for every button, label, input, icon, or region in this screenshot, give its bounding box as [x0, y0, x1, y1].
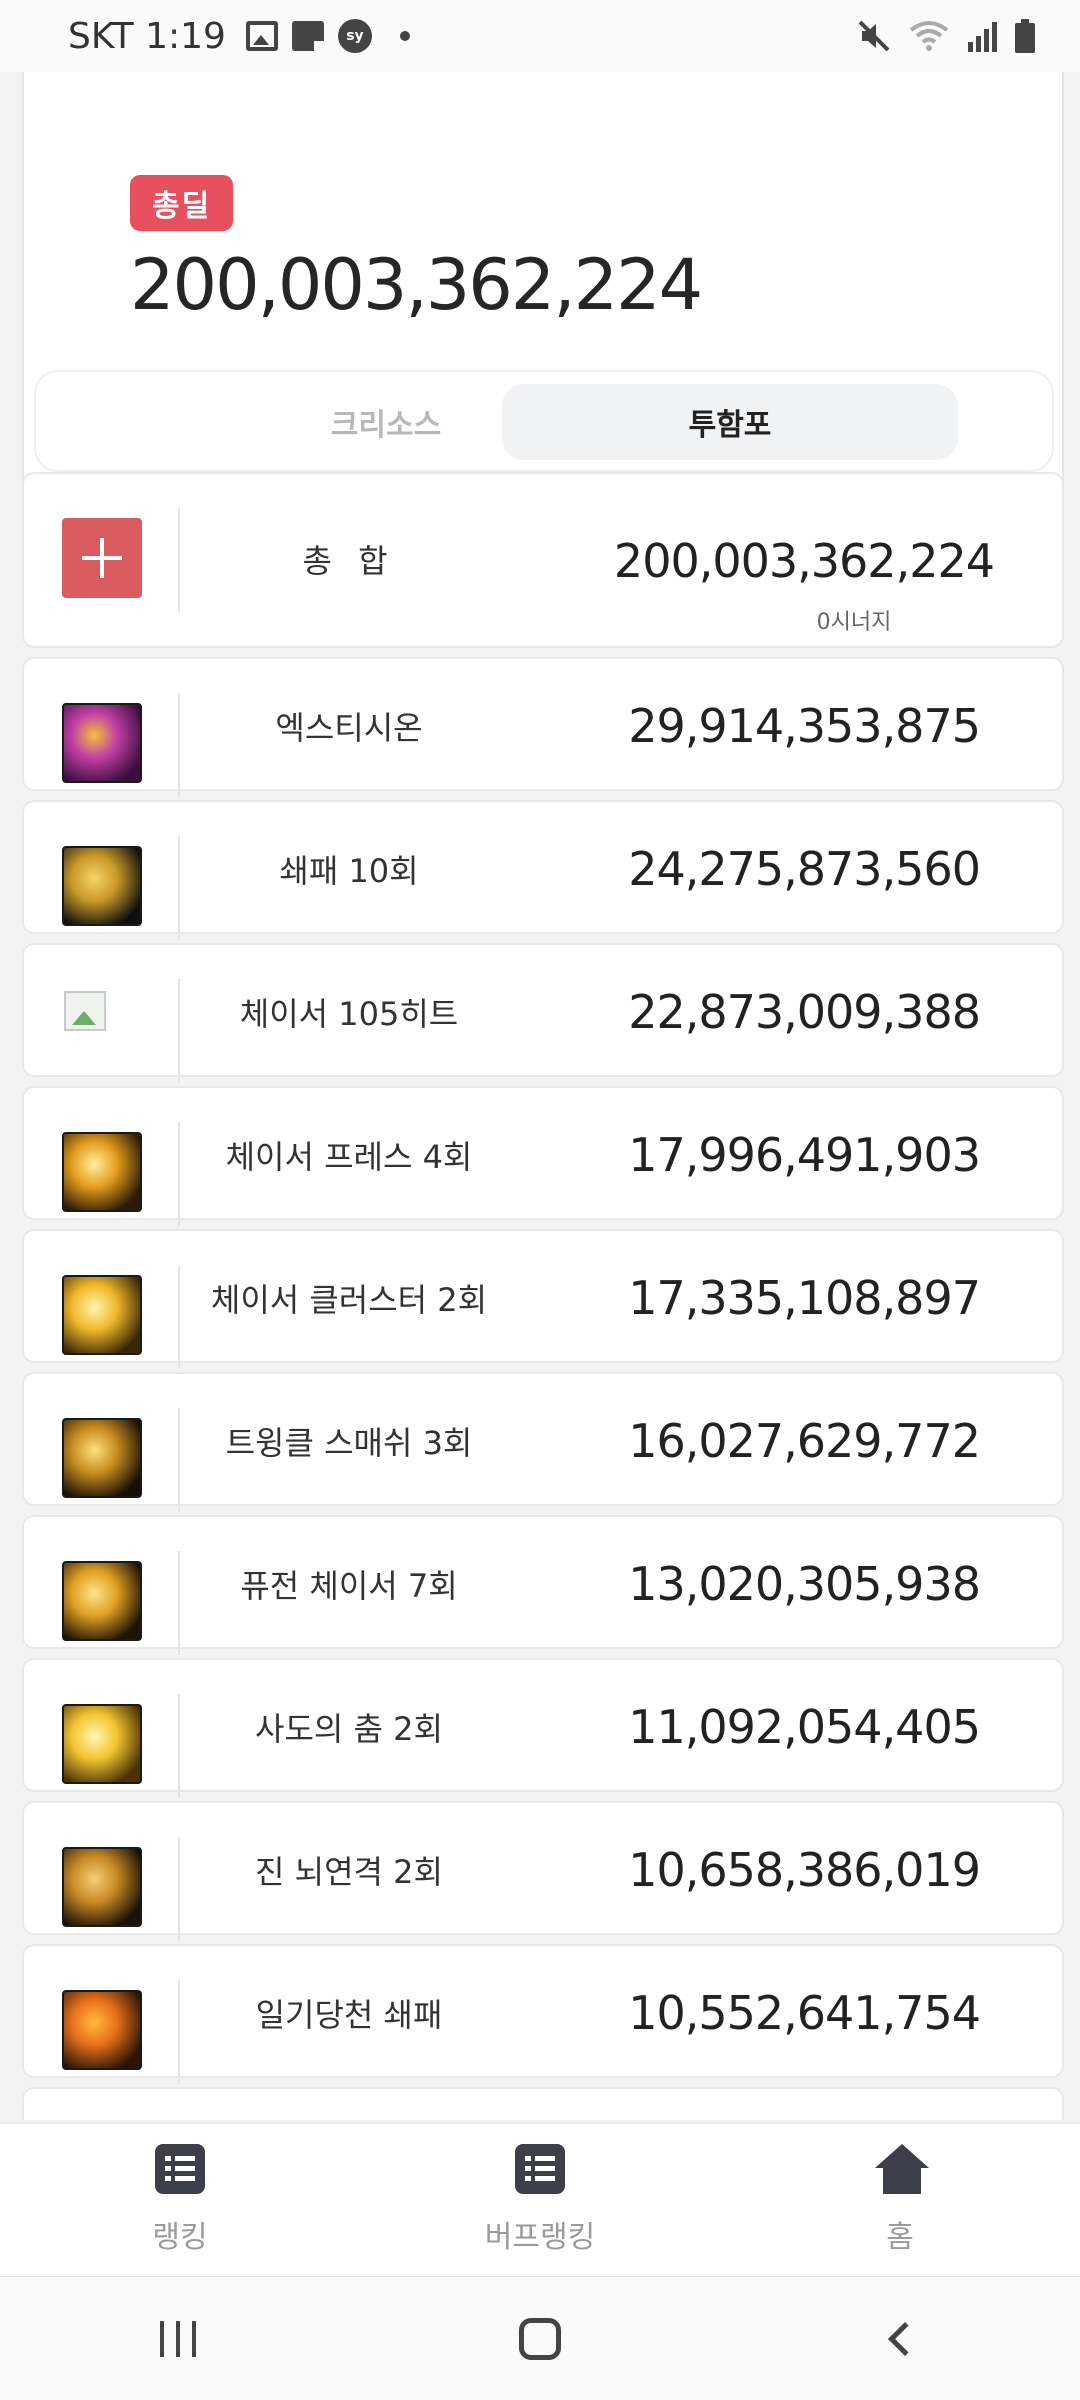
- skill-row[interactable]: 체이서 클러스터 2회 17,335,108,897: [22, 1229, 1064, 1369]
- skill-name: 체이서 105히트: [239, 995, 459, 1033]
- sy-icon: sy: [337, 19, 372, 53]
- home-circle-icon: [519, 2317, 561, 2360]
- summary-card: 총딜 200,003,362,224 크리소스 투함포: [22, 72, 1064, 524]
- skill-name: 체이서 프레스 4회: [225, 1138, 473, 1176]
- skill-damage-value: 22,873,009,388: [628, 985, 981, 1039]
- extinction-icon: [62, 703, 142, 783]
- skill-name: 엑스티시온: [275, 709, 423, 747]
- page-content[interactable]: 총딜 200,003,362,224 크리소스 투함포 총 합 200,003,…: [0, 72, 1080, 2120]
- wifi-icon: [909, 21, 949, 51]
- plus-icon[interactable]: [62, 518, 142, 598]
- skill-damage-value: 17,996,491,903: [628, 1128, 981, 1182]
- skill-damage-value: 17,335,108,897: [628, 1271, 981, 1325]
- row-divider: [178, 1694, 180, 1798]
- battery-icon: [1015, 19, 1035, 53]
- skill-damage-value: 13,020,305,938: [628, 1557, 981, 1611]
- row-divider: [178, 693, 180, 797]
- row-divider: [178, 1408, 180, 1512]
- system-nav-bar: [0, 2276, 1080, 2400]
- signal-icon: [968, 22, 997, 52]
- character-tab-bar: 크리소스 투함포: [34, 370, 1054, 472]
- skill-damage-list: 총 합 200,003,362,224 0시너지 엑스티시온 29,914,353…: [22, 472, 1064, 2120]
- home-icon: [875, 2144, 929, 2194]
- skill-name: 트윙클 스매쉬 3회: [225, 1424, 473, 1462]
- total-row[interactable]: 총 합 200,003,362,224 0시너지: [22, 472, 1064, 648]
- skill-damage-value: 10,658,386,019: [628, 1843, 981, 1897]
- dot-icon: [399, 31, 410, 41]
- recents-icon: [160, 2320, 200, 2357]
- skill-row[interactable]: 일기당천 쇄패 10,552,641,754: [22, 1944, 1064, 2084]
- apostle-dance-icon: [62, 1704, 142, 1784]
- status-bar: SKT 1:19 sy: [0, 0, 1080, 72]
- skill-row[interactable]: 트윙클 스매쉬 3회 16,027,629,772: [22, 1372, 1064, 1512]
- skill-name: 쇄패 10회: [279, 852, 419, 890]
- total-damage-badge: 총딜: [130, 175, 234, 231]
- list-icon: [515, 2144, 565, 2194]
- home-button[interactable]: [495, 2309, 585, 2369]
- chaser-press-icon: [62, 1132, 142, 1212]
- status-time: SKT 1:19: [68, 15, 226, 57]
- total-row-label: 총 합: [302, 542, 396, 580]
- nav-ranking-label: 랭킹: [152, 2220, 208, 2255]
- chaser-cluster-icon: [62, 1275, 142, 1355]
- skill-name: 사도의 춤 2회: [255, 1710, 443, 1748]
- row-divider: [178, 1837, 180, 1941]
- row-divider: [178, 508, 180, 612]
- bottom-nav: 랭킹 버프랭킹 홈: [0, 2122, 1080, 2276]
- skill-row[interactable]: 진 뇌연격 2회 10,658,386,019: [22, 1801, 1064, 1941]
- skill-row-partial[interactable]: [22, 2087, 1064, 2120]
- back-button[interactable]: [855, 2309, 945, 2369]
- row-divider: [178, 1551, 180, 1655]
- skill-row[interactable]: 쇄패 10회 24,275,873,560: [22, 800, 1064, 940]
- row-divider: [178, 1980, 180, 2084]
- back-arrow-icon: [888, 2321, 922, 2356]
- note-icon: [291, 21, 324, 51]
- gallery-icon: [245, 21, 278, 51]
- nav-buff-ranking[interactable]: 버프랭킹: [360, 2124, 720, 2276]
- fusion-chaser-icon: [62, 1561, 142, 1641]
- skill-row[interactable]: 퓨전 체이서 7회 13,020,305,938: [22, 1515, 1064, 1655]
- nav-home[interactable]: 홈: [720, 2124, 1080, 2276]
- total-damage-value: 200,003,362,224: [130, 244, 703, 326]
- skill-name: 퓨전 체이서 7회: [240, 1567, 458, 1605]
- nav-home-label: 홈: [886, 2220, 914, 2255]
- skill-row[interactable]: 체이서 프레스 4회 17,996,491,903: [22, 1086, 1064, 1226]
- skill-damage-value: 11,092,054,405: [628, 1700, 981, 1754]
- row-divider: [178, 1122, 180, 1226]
- list-icon: [155, 2144, 205, 2194]
- mute-icon: [858, 20, 890, 52]
- nav-ranking[interactable]: 랭킹: [0, 2124, 360, 2276]
- skill-damage-value: 24,275,873,560: [628, 842, 981, 896]
- row-divider: [178, 836, 180, 940]
- tab-crisos[interactable]: 크리소스: [256, 384, 516, 460]
- thunder-strike-icon: [62, 1847, 142, 1927]
- broken-image-icon: [64, 991, 106, 1031]
- synergy-label: 0시너지: [816, 610, 892, 635]
- tab-tuhampo[interactable]: 투함포: [502, 384, 958, 460]
- ilgidangcheon-icon: [62, 1990, 142, 2070]
- skill-row[interactable]: 사도의 춤 2회 11,092,054,405: [22, 1658, 1064, 1798]
- twinkle-smash-icon: [62, 1418, 142, 1498]
- skill-row[interactable]: 엑스티시온 29,914,353,875: [22, 657, 1064, 797]
- recents-button[interactable]: [135, 2309, 225, 2369]
- skill-damage-value: 10,552,641,754: [628, 1986, 981, 2040]
- skill-name: 진 뇌연격 2회: [255, 1853, 443, 1891]
- nav-buff-ranking-label: 버프랭킹: [484, 2220, 596, 2255]
- bat-icon: [62, 846, 142, 926]
- skill-name: 일기당천 쇄패: [255, 1996, 443, 2034]
- skill-damage-value: 29,914,353,875: [628, 699, 981, 753]
- skill-name: 체이서 클러스터 2회: [210, 1281, 488, 1319]
- skill-damage-value: 16,027,629,772: [628, 1414, 981, 1468]
- row-divider: [178, 979, 180, 1083]
- row-divider: [178, 1265, 180, 1369]
- skill-row[interactable]: 체이서 105히트 22,873,009,388: [22, 943, 1064, 1083]
